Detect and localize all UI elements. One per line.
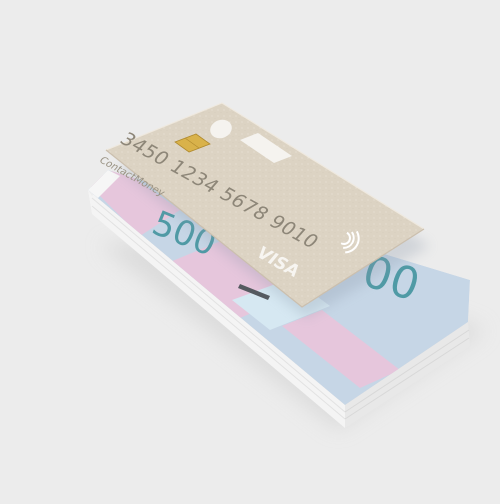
- product-scene: 500 00 3450 1234 5678 9010 ContactMoney …: [0, 0, 500, 500]
- scene-illustration: 500 00 3450 1234 5678 9010 ContactMoney …: [88, 102, 486, 430]
